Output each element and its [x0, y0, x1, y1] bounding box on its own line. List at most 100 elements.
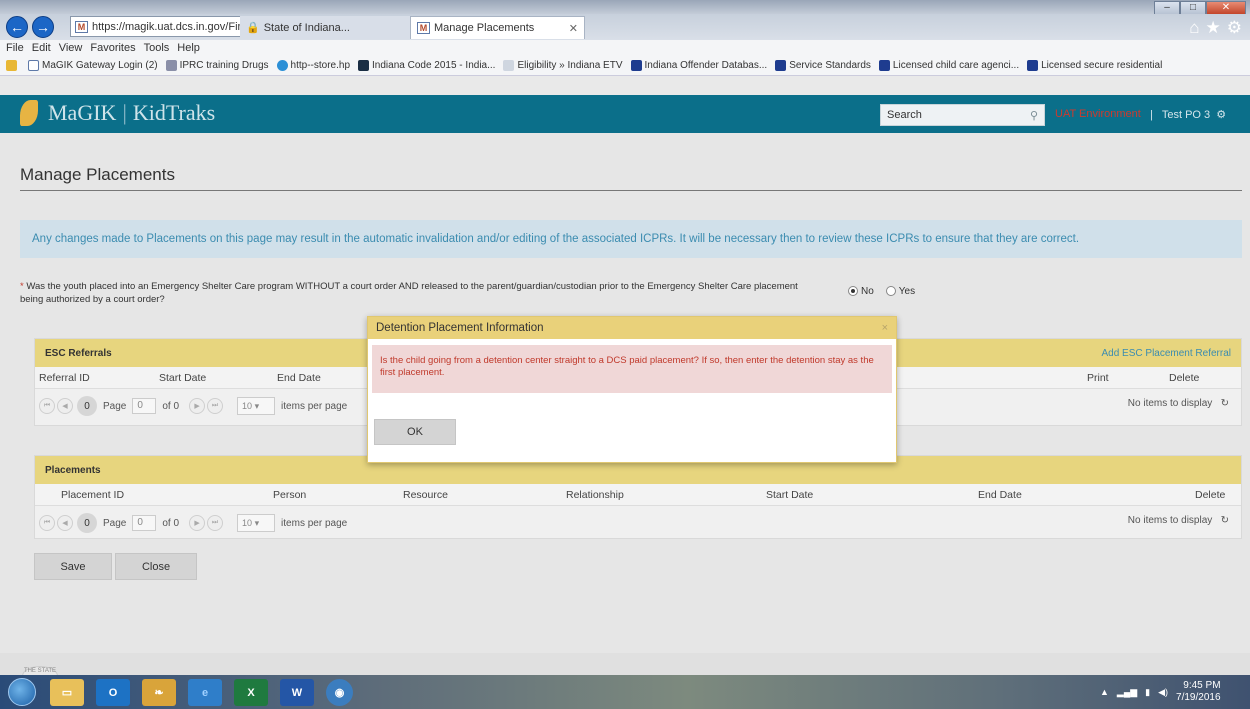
add-esc-referral-link[interactable]: Add ESC Placement Referral [1101, 348, 1231, 359]
magik-app-icon[interactable]: ❧ [142, 679, 176, 706]
favorite-link[interactable]: Indiana Code 2015 - India... [358, 60, 495, 71]
radio-no[interactable]: No [848, 286, 874, 297]
file-explorer-icon[interactable]: ▭ [50, 679, 84, 706]
favorite-link[interactable]: MaGIK Gateway Login (2) [28, 60, 158, 71]
col-person[interactable]: Person [273, 489, 306, 501]
favorite-link[interactable]: Licensed secure residential [1027, 60, 1162, 71]
col-start-date[interactable]: Start Date [159, 372, 206, 384]
menu-favorites[interactable]: Favorites [90, 42, 135, 54]
volume-icon[interactable]: ◀) [1158, 687, 1168, 698]
dialog-close-icon[interactable]: × [882, 322, 888, 334]
col-start-date[interactable]: Start Date [766, 489, 813, 501]
col-delete[interactable]: Delete [1169, 372, 1199, 384]
user-settings-gear-icon[interactable]: ⚙ [1216, 109, 1226, 121]
col-relationship[interactable]: Relationship [566, 489, 624, 501]
refresh-icon[interactable]: ↻ [1221, 515, 1229, 526]
clock[interactable]: 9:45 PM 7/19/2016 [1176, 680, 1221, 704]
outlook-icon[interactable]: O [96, 679, 130, 706]
prev-page-icon[interactable]: ◀ [57, 398, 73, 414]
favorites-star-icon[interactable]: ★ [1206, 18, 1221, 38]
tray-expand-icon[interactable]: ▲ [1100, 687, 1109, 697]
home-icon[interactable]: ⌂ [1189, 18, 1199, 38]
favorite-link[interactable]: Service Standards [775, 60, 871, 71]
dialog-title: Detention Placement Information [376, 322, 544, 334]
settings-gear-icon[interactable]: ⚙ [1227, 18, 1242, 38]
menu-edit[interactable]: Edit [32, 42, 51, 54]
tab-manage-placements[interactable]: M Manage Placements ✕ [410, 16, 585, 39]
chrome-icon[interactable]: ◉ [326, 679, 353, 706]
save-button[interactable]: Save [34, 553, 112, 580]
col-referral-id[interactable]: Referral ID [39, 372, 90, 384]
placements-empty-status: No items to display ↻ [1128, 515, 1229, 526]
col-print[interactable]: Print [1087, 372, 1109, 384]
menu-help[interactable]: Help [177, 42, 200, 54]
internet-explorer-icon[interactable]: e [188, 679, 222, 706]
last-page-icon[interactable]: ⏭ [207, 515, 224, 531]
required-marker: * [20, 281, 24, 292]
col-end-date[interactable]: End Date [277, 372, 321, 384]
favorite-link[interactable]: IPRC training Drugs [165, 60, 269, 71]
tab-close-icon[interactable]: ✕ [569, 22, 578, 35]
esc-referrals-title: ESC Referrals [45, 347, 112, 359]
favorite-link[interactable]: Licensed child care agenci... [878, 60, 1019, 71]
tab-label: State of Indiana... [263, 21, 350, 34]
favorite-link[interactable]: Eligibility » Indiana ETV [503, 60, 623, 71]
search-icon[interactable]: ⚲ [1030, 109, 1038, 122]
favorite-link[interactable]: http--store.hp [276, 60, 350, 71]
back-button[interactable]: ← [6, 16, 28, 38]
placements-pager: ⏮ ◀ 0 Page 0 of 0 ▶ ⏭ 10 ▾ items per pag… [35, 506, 1241, 536]
detention-placement-dialog: Detention Placement Information × Is the… [367, 316, 897, 463]
close-button[interactable]: Close [115, 553, 197, 580]
radio-yes-control[interactable] [885, 286, 896, 297]
minimize-button[interactable]: – [1154, 1, 1180, 15]
window-titlebar [0, 0, 1250, 14]
signal-icon[interactable]: ▂▄▆ [1117, 687, 1137, 698]
dialog-header: Detention Placement Information × [368, 317, 896, 339]
network-icon[interactable]: ▮ [1145, 687, 1150, 698]
page-input[interactable]: 0 [132, 398, 157, 414]
app-logo[interactable]: MaGIK | KidTraks [20, 100, 215, 126]
start-button[interactable] [8, 678, 36, 706]
esc-radio-group: No Yes [848, 286, 915, 297]
prev-page-icon[interactable]: ◀ [57, 515, 73, 531]
favorite-link[interactable]: Indiana Offender Databas... [630, 60, 767, 71]
excel-label: X [247, 686, 255, 699]
per-page-label: items per page [281, 517, 348, 529]
excel-icon[interactable]: X [234, 679, 268, 706]
esc-empty-status: No items to display ↻ [1128, 398, 1229, 409]
col-resource[interactable]: Resource [403, 489, 448, 501]
tab-state-of-indiana[interactable]: 🔒 State of Indiana... [240, 16, 410, 39]
favorites-star-icon[interactable] [6, 60, 20, 71]
maximize-button[interactable]: □ [1180, 1, 1206, 15]
first-page-icon[interactable]: ⏮ [39, 398, 55, 414]
per-page-select[interactable]: 10 ▾ [237, 514, 276, 532]
col-placement-id[interactable]: Placement ID [61, 489, 124, 501]
word-icon[interactable]: W [280, 679, 314, 706]
current-page: 0 [77, 513, 97, 533]
forward-button[interactable]: → [32, 16, 54, 38]
col-end-date[interactable]: End Date [978, 489, 1022, 501]
ok-button[interactable]: OK [374, 419, 456, 445]
next-page-icon[interactable]: ▶ [189, 398, 206, 414]
site-favicon-icon: M [75, 20, 88, 33]
menu-tools[interactable]: Tools [144, 42, 170, 54]
menu-view[interactable]: View [59, 42, 83, 54]
first-page-icon[interactable]: ⏮ [39, 515, 55, 531]
next-page-icon[interactable]: ▶ [189, 515, 206, 531]
page-input[interactable]: 0 [132, 515, 157, 531]
per-page-select[interactable]: 10 ▾ [237, 397, 276, 415]
col-delete[interactable]: Delete [1195, 489, 1225, 501]
last-page-icon[interactable]: ⏭ [207, 398, 224, 414]
placements-title: Placements [45, 464, 101, 476]
page-footer [0, 653, 1250, 675]
radio-yes[interactable]: Yes [885, 286, 915, 297]
info-banner: Any changes made to Placements on this p… [20, 220, 1242, 258]
user-menu[interactable]: | Test PO 3 ⚙ [1150, 108, 1226, 121]
refresh-icon[interactable]: ↻ [1221, 398, 1229, 409]
menu-file[interactable]: File [6, 42, 24, 54]
per-page-value: 10 [242, 518, 253, 528]
radio-no-control[interactable] [848, 286, 858, 297]
window-close-button[interactable]: ✕ [1206, 1, 1246, 15]
lock-icon: 🔒 [246, 22, 260, 34]
search-input[interactable]: Search ⚲ [880, 104, 1045, 126]
